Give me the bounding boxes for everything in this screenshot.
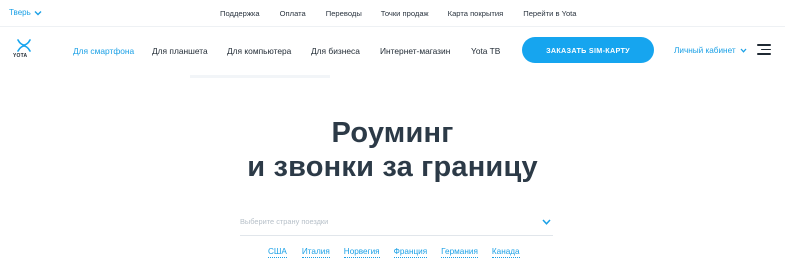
top-utility-bar: Тверь Поддержка Оплата Переводы Точки пр… bbox=[0, 0, 785, 27]
nav-item-tablet[interactable]: Для планшета bbox=[152, 46, 208, 56]
nav-item-online-store[interactable]: Интернет-магазин bbox=[380, 46, 450, 56]
page-title-line-2: и звонки за границу bbox=[247, 151, 538, 183]
country-link-canada[interactable]: Канада bbox=[491, 247, 520, 258]
hamburger-menu-icon[interactable] bbox=[757, 44, 771, 55]
link-payment[interactable]: Оплата bbox=[280, 9, 306, 18]
nav-item-yota-tv[interactable]: Yota TB bbox=[471, 46, 500, 56]
logo-text: YOTA bbox=[13, 53, 28, 59]
main-navigation: YOTA Для смартфона Для планшета Для комп… bbox=[0, 27, 785, 72]
utility-links: Поддержка Оплата Переводы Точки продаж К… bbox=[220, 9, 577, 18]
yota-logo[interactable]: YOTA bbox=[13, 39, 35, 63]
city-label: Тверь bbox=[9, 8, 31, 17]
nav-item-computer[interactable]: Для компьютера bbox=[227, 46, 291, 56]
link-support[interactable]: Поддержка bbox=[220, 9, 260, 18]
country-search-input[interactable] bbox=[240, 213, 530, 229]
chevron-down-icon bbox=[740, 48, 747, 53]
link-coverage-map[interactable]: Карта покрытия bbox=[448, 9, 504, 18]
nav-divider bbox=[190, 75, 330, 78]
menu-bar bbox=[757, 53, 771, 55]
chevron-down-icon[interactable] bbox=[542, 219, 551, 225]
country-link-norway[interactable]: Норвегия bbox=[343, 247, 380, 258]
country-link-france[interactable]: Франция bbox=[393, 247, 428, 258]
page-title: Роуминг и звонки за границу bbox=[0, 116, 785, 184]
nav-item-smartphone[interactable]: Для смартфона bbox=[73, 46, 134, 56]
popular-countries: США Италия Норвегия Франция Германия Кан… bbox=[268, 247, 520, 258]
personal-cabinet-link[interactable]: Личный кабинет bbox=[674, 46, 747, 55]
chevron-down-icon bbox=[34, 10, 42, 15]
link-transfers[interactable]: Переводы bbox=[326, 9, 362, 18]
yota-logo-icon bbox=[17, 39, 31, 52]
page-title-line-1: Роуминг bbox=[331, 117, 454, 149]
menu-bar bbox=[757, 44, 771, 46]
country-link-usa[interactable]: США bbox=[268, 247, 287, 258]
country-link-italy[interactable]: Италия bbox=[301, 247, 330, 258]
order-sim-button[interactable]: ЗАКАЗАТЬ SIM-КАРТУ bbox=[522, 37, 654, 63]
country-select[interactable] bbox=[240, 207, 553, 236]
country-link-germany[interactable]: Германия bbox=[441, 247, 478, 258]
city-selector[interactable]: Тверь bbox=[9, 8, 42, 17]
link-sales-points[interactable]: Точки продаж bbox=[381, 9, 429, 18]
cabinet-label: Личный кабинет bbox=[674, 46, 736, 55]
menu-bar bbox=[761, 48, 771, 51]
nav-item-business[interactable]: Для бизнеса bbox=[311, 46, 360, 56]
link-go-to-yota[interactable]: Перейти в Yota bbox=[523, 9, 576, 18]
